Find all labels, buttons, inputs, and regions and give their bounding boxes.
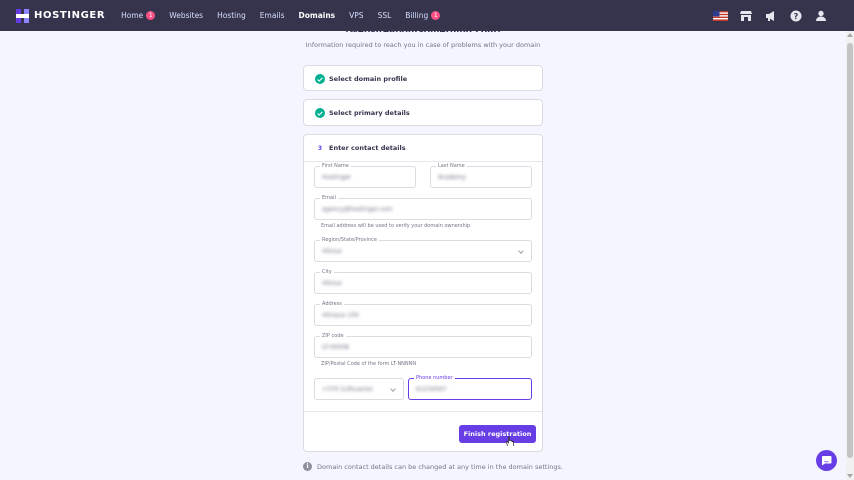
chat-icon — [821, 451, 832, 470]
chevron-down-icon — [390, 386, 396, 392]
page-title: (websiteaboutsomething.com) — [345, 27, 501, 32]
checkmark-icon — [315, 108, 325, 118]
nav-label: Home — [121, 11, 144, 20]
nav-label: Hosting — [217, 11, 246, 20]
field-value: agency@hostinger.com — [322, 206, 393, 213]
megaphone-icon[interactable] — [763, 8, 778, 23]
step-label: Select primary details — [329, 109, 410, 117]
divider — [304, 411, 542, 412]
step-label: Enter contact details — [329, 144, 406, 152]
address-field[interactable]: Address Vilniaus 100 — [314, 300, 532, 326]
field-value: Vilniaus 100 — [322, 312, 359, 319]
step-card-domain-profile[interactable]: Select domain profile — [303, 65, 543, 91]
nav-label: Websites — [169, 11, 204, 20]
nav-item-vps[interactable]: VPS — [349, 11, 363, 20]
field-label: Last Name — [436, 162, 467, 170]
email-hint: Email address will be used to verify you… — [321, 223, 471, 229]
chat-button[interactable] — [816, 450, 837, 471]
nav-item-domains[interactable]: Domains — [299, 11, 336, 20]
field-label: Region/State/Province — [320, 236, 379, 244]
field-label: ZIP code — [320, 332, 346, 340]
field-label: First Name — [320, 162, 351, 170]
header-actions: ? — [703, 8, 828, 23]
field-value: Academy — [438, 174, 466, 181]
checkmark-icon — [315, 74, 325, 84]
footer-note: i Domain contact details can be changed … — [303, 462, 563, 471]
info-icon: i — [303, 462, 312, 471]
notification-badge: 1 — [146, 11, 156, 20]
zip-code-field[interactable]: ZIP code LT-09308 — [314, 332, 532, 358]
nav-label: Domains — [298, 11, 336, 20]
help-icon[interactable]: ? — [788, 8, 803, 23]
scroll-down-arrow-icon[interactable] — [847, 474, 853, 478]
first-name-field[interactable]: First Name Hostinger — [314, 162, 416, 188]
scrollbar-thumb[interactable] — [847, 43, 853, 458]
logo-text: HOSTINGER — [34, 10, 106, 21]
finish-registration-button[interactable]: Finish registration — [459, 425, 536, 443]
hostinger-logo[interactable]: HOSTINGER — [16, 8, 106, 23]
region-select[interactable]: Region/State/Province Vilnius — [314, 236, 532, 262]
footer-note-text: Domain contact details can be changed at… — [317, 462, 563, 471]
zip-hint: ZIP/Postal Code of the form LT-NNNNN — [321, 361, 417, 367]
field-label: Address — [320, 300, 344, 308]
step-number: 3 — [317, 144, 323, 152]
svg-text:?: ? — [793, 12, 798, 21]
field-label: Email — [320, 194, 338, 202]
user-icon[interactable] — [813, 8, 828, 23]
scroll-up-arrow-icon[interactable] — [847, 33, 853, 37]
step-card-primary-details[interactable]: Select primary details — [303, 99, 543, 126]
field-value: Hostinger — [322, 174, 352, 181]
nav-label: Billing — [405, 11, 429, 20]
store-icon[interactable] — [738, 8, 753, 23]
nav-label: VPS — [349, 11, 364, 20]
nav-item-billing[interactable]: Billing 1 — [405, 11, 441, 20]
field-value: +370 (Lithuania) — [322, 386, 373, 393]
page-scrollbar[interactable] — [846, 31, 854, 480]
hand-cursor-icon — [505, 431, 514, 450]
field-value: LT-09308 — [322, 344, 349, 351]
field-label: City — [320, 268, 334, 276]
nav-item-websites[interactable]: Websites — [169, 11, 203, 20]
nav-label: SSL — [377, 11, 392, 20]
page-subtitle: Information required to reach you in cas… — [305, 41, 541, 49]
hostinger-logo-icon — [16, 8, 29, 23]
nav-item-home[interactable]: Home 1 — [121, 11, 156, 20]
email-field[interactable]: Email agency@hostinger.com — [314, 194, 532, 220]
nav-label: Emails — [259, 11, 285, 20]
nav-item-emails[interactable]: Emails — [260, 11, 285, 20]
phone-number-field[interactable]: Phone number 61234567 — [408, 374, 532, 400]
notification-badge: 1 — [431, 11, 441, 20]
main-nav: Home 1 Websites Hosting Emails Domains V… — [121, 11, 454, 20]
chevron-down-icon — [518, 248, 524, 254]
nav-item-ssl[interactable]: SSL — [378, 11, 392, 20]
country-code-select[interactable]: +370 (Lithuania) — [314, 378, 404, 400]
field-value: 61234567 — [416, 386, 447, 393]
field-value: Vilnius — [322, 248, 342, 255]
field-label: Phone number — [414, 374, 455, 382]
step-label: Select domain profile — [329, 75, 408, 83]
last-name-field[interactable]: Last Name Academy — [430, 162, 532, 188]
field-value: Vilnius — [322, 280, 342, 287]
us-flag-icon[interactable] — [713, 8, 728, 23]
city-field[interactable]: City Vilnius — [314, 268, 532, 294]
nav-item-hosting[interactable]: Hosting — [217, 11, 246, 20]
